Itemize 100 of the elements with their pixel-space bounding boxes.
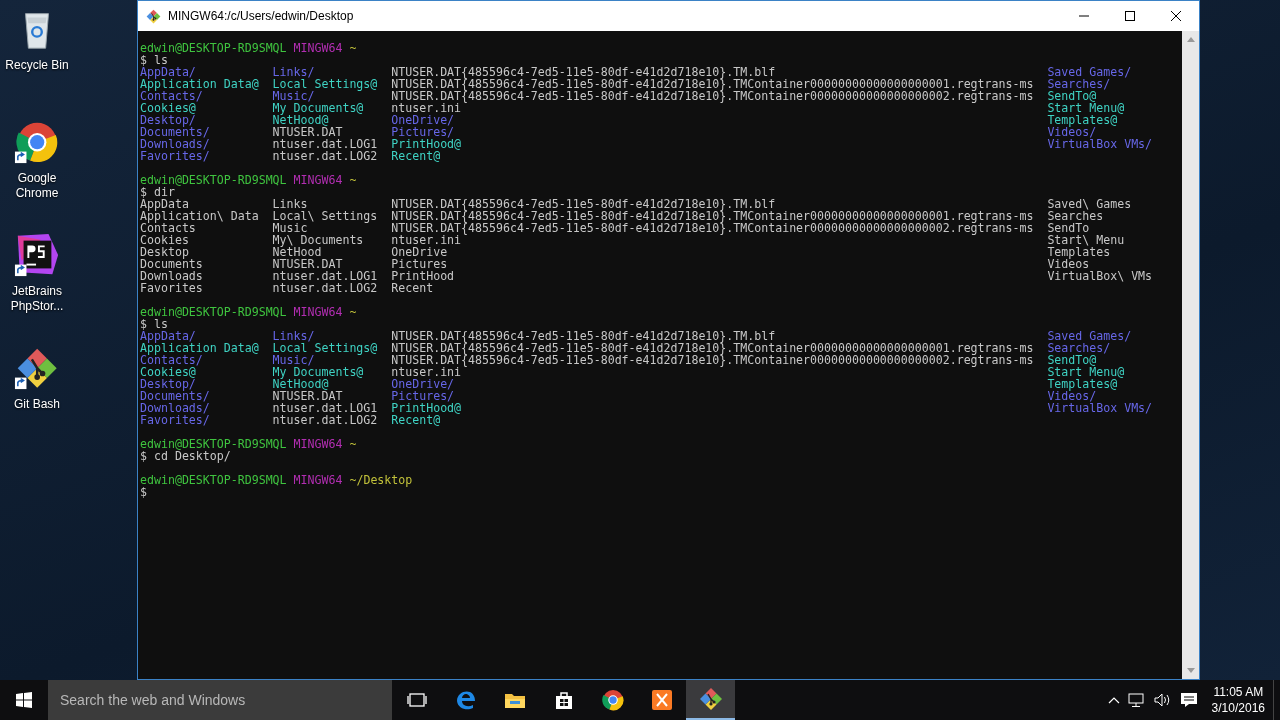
command-line: $ dir: [140, 185, 175, 199]
file-entry: Local\ Settings: [272, 209, 378, 223]
file-entry: ntuser.dat.LOG1: [272, 269, 378, 283]
desktop-shortcut[interactable]: JetBrains PhpStor...: [0, 232, 74, 345]
file-entry: Start\ Menu: [1047, 233, 1125, 247]
file-entry: NTUSER.DAT{485596c4-7ed5-11e5-80df-e41d2d718e10}.TM.blf: [391, 329, 776, 343]
maximize-icon: [1125, 11, 1135, 21]
shortcut-label: Recycle Bin: [4, 58, 70, 73]
link-entry: Cookies@: [140, 365, 196, 379]
git-diamond-icon: [698, 687, 723, 711]
clock-date: 3/10/2016: [1211, 700, 1265, 716]
link-entry: Recent@: [391, 413, 441, 427]
link-entry: SendTo@: [1047, 89, 1097, 103]
command-line: $: [140, 485, 147, 499]
file-entry: Links: [272, 197, 308, 211]
link-entry: Local Settings@: [272, 341, 378, 355]
file-entry: Application\ Data: [140, 209, 259, 223]
directory-entry: Favorites/: [140, 149, 210, 163]
file-entry: NTUSER.DAT: [272, 389, 343, 403]
link-entry: Local Settings@: [272, 77, 378, 91]
windows-logo-icon: [16, 692, 32, 708]
link-entry: NetHood@: [272, 113, 329, 127]
file-entry: AppData: [140, 197, 189, 211]
notification-icon[interactable]: [1179, 692, 1198, 708]
shortcut-label: Git Bash: [13, 397, 61, 412]
directory-entry: OneDrive/: [391, 377, 455, 391]
file-entry: Searches: [1047, 209, 1104, 223]
file-entry: Cookies: [140, 233, 189, 247]
directory-entry: AppData/: [140, 65, 196, 79]
file-entry: My\ Documents: [272, 233, 364, 247]
directory-entry: Favorites/: [140, 413, 210, 427]
search-field[interactable]: Search the web and Windows: [48, 680, 392, 720]
file-entry: NTUSER.DAT: [272, 257, 343, 271]
shortcut-label: Google Chrome: [14, 171, 60, 201]
file-entry: ntuser.dat.LOG2: [272, 281, 378, 295]
file-entry: NetHood: [272, 245, 322, 259]
desktop-shortcut[interactable]: Google Chrome: [0, 119, 74, 232]
directory-entry: Links/: [272, 65, 315, 79]
link-entry: PrintHood@: [391, 401, 462, 415]
desktop-shortcut[interactable]: Recycle Bin: [0, 6, 74, 119]
file-entry: ntuser.dat.LOG1: [272, 401, 378, 415]
directory-entry: Music/: [272, 353, 315, 367]
prompt-system: MINGW64: [293, 173, 343, 187]
file-entry: Music: [272, 221, 308, 235]
file-entry: Downloads: [140, 269, 203, 283]
file-entry: VirtualBox\ VMs: [1047, 269, 1153, 283]
link-entry: NetHood@: [272, 377, 329, 391]
directory-entry: Saved Games/: [1047, 329, 1132, 343]
prompt-user-host: edwin@DESKTOP-RD9SMQL: [140, 437, 287, 451]
shortcut-label: JetBrains PhpStor...: [9, 284, 65, 314]
directory-entry: Desktop/: [140, 113, 196, 127]
prompt-path: ~: [349, 41, 357, 55]
file-entry: Recent: [391, 281, 434, 295]
prompt-system: MINGW64: [293, 305, 343, 319]
directory-entry: OneDrive/: [391, 113, 455, 127]
file-entry: SendTo: [1047, 221, 1090, 235]
link-entry: PrintHood@: [391, 137, 462, 151]
directory-entry: Pictures/: [391, 389, 455, 403]
file-entry: Favorites: [140, 281, 203, 295]
file-entry: Documents: [140, 257, 203, 271]
prompt-user-host: edwin@DESKTOP-RD9SMQL: [140, 473, 287, 487]
file-entry: NTUSER.DAT{485596c4-7ed5-11e5-80df-e41d2d718e10}.TMContainer00000000000000000001.regtrans-ms: [391, 209, 1034, 223]
directory-entry: Contacts/: [140, 89, 203, 103]
file-entry: ntuser.dat.LOG1: [272, 137, 378, 151]
link-entry: My Documents@: [272, 101, 364, 115]
file-entry: NTUSER.DAT{485596c4-7ed5-11e5-80df-e41d2d718e10}.TMContainer00000000000000000002.regtrans-ms: [391, 353, 1034, 367]
directory-entry: Videos/: [1047, 125, 1097, 139]
directory-entry: Links/: [272, 329, 315, 343]
file-entry: OneDrive: [391, 245, 448, 259]
file-entry: ntuser.ini: [391, 365, 462, 379]
link-entry: Start Menu@: [1047, 101, 1125, 115]
file-entry: Videos: [1047, 257, 1090, 271]
caret-up-icon[interactable]: [1107, 696, 1120, 704]
desktop-shortcut[interactable]: Git Bash: [0, 345, 74, 458]
prompt-user-host: edwin@DESKTOP-RD9SMQL: [140, 173, 287, 187]
link-entry: Cookies@: [140, 101, 196, 115]
clock[interactable]: 11:05 AM 3/10/2016: [1211, 684, 1265, 716]
prompt-system: MINGW64: [293, 437, 343, 451]
file-entry: NTUSER.DAT: [272, 125, 343, 139]
prompt-path: ~: [349, 437, 357, 451]
file-entry: NTUSER.DAT{485596c4-7ed5-11e5-80df-e41d2d718e10}.TMContainer00000000000000000001.regtrans-ms: [391, 341, 1034, 355]
directory-entry: Documents/: [140, 125, 210, 139]
command-line: $ cd Desktop/: [140, 449, 231, 463]
file-entry: NTUSER.DAT{485596c4-7ed5-11e5-80df-e41d2d718e10}.TM.blf: [391, 197, 776, 211]
network-icon[interactable]: [1127, 692, 1146, 708]
command-line: $ ls: [140, 317, 168, 331]
file-entry: NTUSER.DAT{485596c4-7ed5-11e5-80df-e41d2d718e10}.TMContainer00000000000000000002.regtrans-ms: [391, 89, 1034, 103]
prompt-path: ~/Desktop: [349, 473, 413, 487]
file-entry: Pictures: [391, 257, 448, 271]
prompt-system: MINGW64: [293, 473, 343, 487]
file-entry: ntuser.ini: [391, 101, 462, 115]
command-line: $ ls: [140, 53, 168, 67]
file-entry: Templates: [1047, 245, 1111, 259]
prompt-system: MINGW64: [293, 41, 343, 55]
directory-entry: Pictures/: [391, 125, 455, 139]
directory-entry: VirtualBox VMs/: [1047, 137, 1153, 151]
file-entry: PrintHood: [391, 269, 455, 283]
volume-icon[interactable]: [1153, 692, 1172, 708]
link-entry: SendTo@: [1047, 353, 1097, 367]
directory-entry: Music/: [272, 89, 315, 103]
